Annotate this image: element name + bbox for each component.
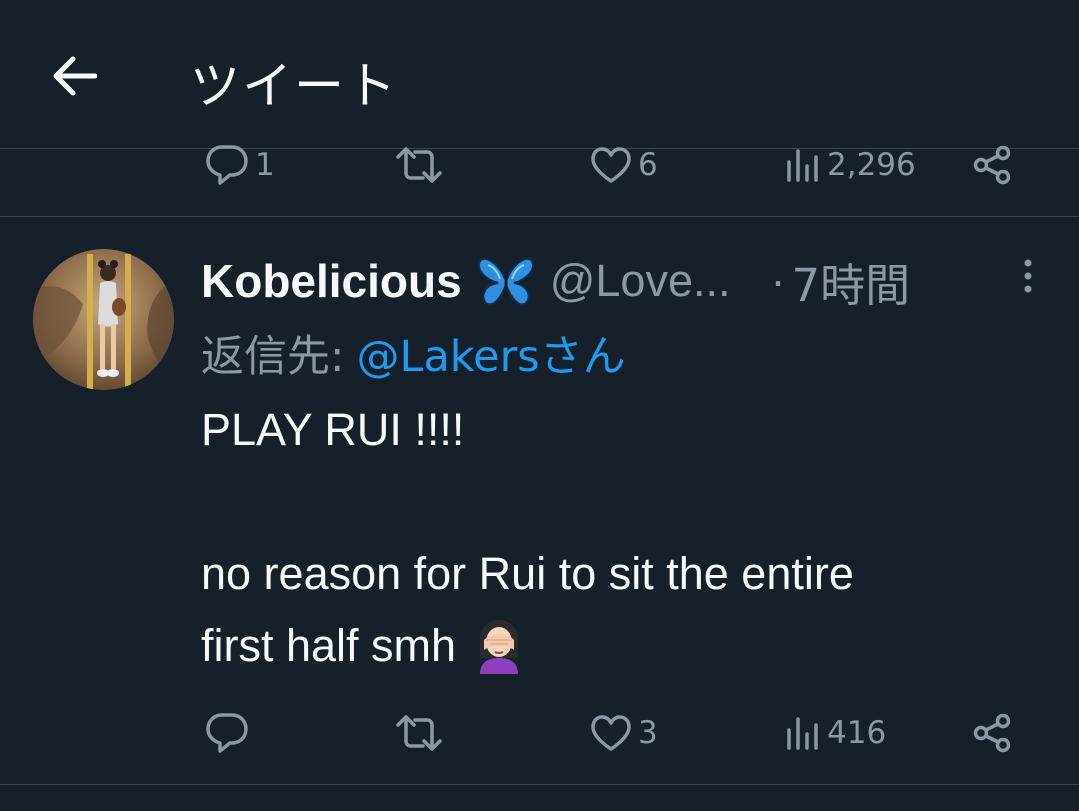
tweet-divider-top <box>0 216 1079 217</box>
retweet-icon <box>396 147 442 183</box>
like-button[interactable]: 6 <box>590 135 658 195</box>
back-button[interactable] <box>46 48 102 104</box>
author-handle[interactable]: @Love... <box>550 255 731 307</box>
tweet-thread-page: ツイート 1 6 2,296 Kobelicious @Love... · 7時… <box>0 0 1079 811</box>
tweet-author-row: Kobelicious @Love... · 7時間 <box>201 250 1001 312</box>
page-title: ツイート <box>190 57 398 115</box>
heart-icon <box>591 715 631 751</box>
tweet-text-line: PLAY RUI !!!! <box>201 404 465 455</box>
like-count: 3 <box>638 715 658 751</box>
heart-icon <box>591 147 631 183</box>
reply-icon <box>206 713 248 753</box>
share-button[interactable] <box>972 135 1014 195</box>
view-count: 416 <box>827 715 887 751</box>
retweet-icon <box>396 715 442 751</box>
previous-tweet-action-bar: 1 6 2,296 <box>0 135 1079 195</box>
top-header: ツイート <box>0 0 1079 148</box>
share-icon <box>973 713 1011 753</box>
avatar[interactable] <box>33 249 174 390</box>
reply-button[interactable] <box>205 703 255 763</box>
tweet-divider-bottom <box>0 784 1079 785</box>
replying-to: 返信先: @Lakersさん <box>201 322 626 384</box>
display-name[interactable]: Kobelicious <box>201 254 462 308</box>
separator-dot: · <box>770 255 786 306</box>
reply-icon <box>206 145 248 185</box>
arrow-left-icon <box>53 56 97 96</box>
more-options-button[interactable] <box>1008 256 1048 300</box>
tweet-timestamp[interactable]: 7時間 <box>792 249 911 314</box>
replying-to-link[interactable]: @Lakersさん <box>357 322 626 384</box>
tweet-text-line: no reason for Rui to sit the entire <box>201 548 854 599</box>
butterfly-emoji-icon <box>477 257 534 306</box>
replying-to-label: 返信先: <box>201 332 345 382</box>
more-vertical-icon <box>1024 259 1032 293</box>
share-icon <box>973 145 1011 185</box>
like-button[interactable]: 3 <box>590 703 658 763</box>
tweet-action-bar: 3 416 <box>0 703 1079 763</box>
views-icon <box>787 717 818 750</box>
woman-facepalming-emoji-icon <box>479 620 519 674</box>
reply-button[interactable]: 1 <box>205 135 275 195</box>
retweet-button[interactable] <box>395 135 449 195</box>
retweet-button[interactable] <box>395 703 449 763</box>
reply-count: 1 <box>255 147 275 183</box>
views-icon <box>787 149 818 182</box>
tweet-text-line-with-emoji: first half smh <box>201 618 526 674</box>
views-button[interactable]: 416 <box>785 703 886 763</box>
views-button[interactable]: 2,296 <box>785 135 916 195</box>
tweet-text-line: first half smh <box>201 620 457 671</box>
share-button[interactable] <box>972 703 1014 763</box>
view-count: 2,296 <box>827 147 916 183</box>
like-count: 6 <box>638 147 658 183</box>
